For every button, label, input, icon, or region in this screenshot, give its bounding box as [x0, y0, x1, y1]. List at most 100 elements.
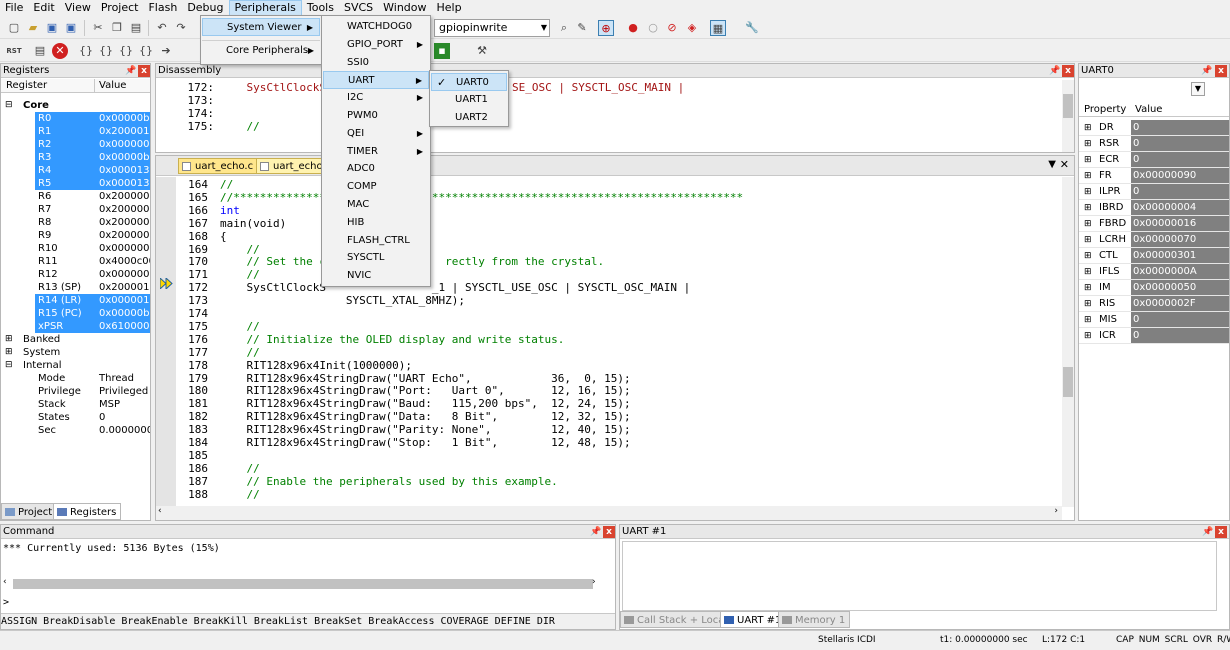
- chevron-down-icon[interactable]: ▼: [1191, 82, 1205, 96]
- core-group[interactable]: ⊟ Core: [1, 99, 150, 112]
- save-icon[interactable]: ▣: [44, 20, 60, 36]
- tab-list-icon[interactable]: ▼: [1048, 159, 1056, 170]
- pin-icon[interactable]: 📌: [1201, 65, 1212, 77]
- code-line[interactable]: 187 // Enable the peripherals used by th…: [156, 475, 1051, 488]
- code-line[interactable]: 173 SYSCTL_XTAL_8MHZ);: [156, 294, 1051, 307]
- property-row[interactable]: ⊞ RIS 0x0000002F: [1079, 296, 1229, 312]
- collapse-icon[interactable]: ⊟: [5, 359, 13, 372]
- tab-registers[interactable]: Registers: [53, 503, 122, 520]
- property-row[interactable]: ⊞ IM 0x00000050: [1079, 280, 1229, 296]
- register-group-system[interactable]: ⊞ System: [1, 346, 150, 359]
- toolbox-icon[interactable]: ⚒: [474, 43, 490, 59]
- breakpoint-icon[interactable]: ●: [625, 20, 641, 36]
- pin-icon[interactable]: 📌: [1202, 526, 1213, 538]
- breakpoint-kill-icon[interactable]: ⊘: [664, 20, 680, 36]
- breakpoint-disable-icon[interactable]: ○: [645, 20, 661, 36]
- code-line[interactable]: 174: [156, 307, 1051, 320]
- register-row[interactable]: States 0: [1, 411, 150, 424]
- menu-watchdog0[interactable]: WATCHDOG0: [323, 18, 429, 36]
- register-value[interactable]: 0x200001c0: [99, 125, 150, 138]
- menu-ssi0[interactable]: SSI0: [323, 54, 429, 72]
- copy-icon[interactable]: ❐: [109, 20, 125, 36]
- register-value[interactable]: 0x00001370: [99, 164, 150, 177]
- cut-icon[interactable]: ✂: [90, 20, 106, 36]
- property-value[interactable]: 0: [1131, 152, 1229, 167]
- menu-sysctl[interactable]: SYSCTL: [323, 249, 429, 267]
- code-line[interactable]: 167 main(void): [156, 217, 1051, 230]
- target-combo[interactable]: gpiopinwrite ▼: [434, 19, 550, 37]
- property-value[interactable]: 0: [1131, 120, 1229, 135]
- expand-icon[interactable]: ⊞: [1084, 120, 1092, 136]
- register-value[interactable]: 0x00000be0: [99, 307, 150, 320]
- find-icon[interactable]: ⌕: [556, 20, 572, 36]
- close-icon[interactable]: x: [1215, 65, 1227, 77]
- scroll-left-icon[interactable]: ‹: [3, 577, 7, 587]
- menu-uart1[interactable]: UART1: [431, 91, 507, 109]
- scroll-right-icon[interactable]: ›: [592, 577, 596, 587]
- menu-view[interactable]: View: [60, 0, 96, 16]
- register-value[interactable]: 0: [99, 411, 105, 424]
- editor-hscrollbar[interactable]: ‹ ›: [156, 506, 1062, 520]
- code-line[interactable]: 176 // Initialize the OLED display and w…: [156, 333, 1051, 346]
- code-line[interactable]: 166 int: [156, 204, 1051, 217]
- register-group-internal[interactable]: ⊟ Internal: [1, 359, 150, 372]
- menu-window[interactable]: Window: [378, 0, 431, 16]
- tab-memory1[interactable]: Memory 1: [778, 611, 851, 628]
- property-row[interactable]: ⊞ FBRD 0x00000016: [1079, 216, 1229, 232]
- expand-icon[interactable]: ⊞: [1084, 184, 1092, 200]
- code-line[interactable]: 168 {: [156, 230, 1051, 243]
- property-row[interactable]: ⊞ DR 0: [1079, 120, 1229, 136]
- menu-project[interactable]: Project: [96, 0, 144, 16]
- menu-hib[interactable]: HIB: [323, 214, 429, 232]
- property-value[interactable]: 0x00000050: [1131, 280, 1229, 295]
- register-value[interactable]: 0x200000af: [99, 203, 150, 216]
- register-row[interactable]: R7 0x200000af: [1, 203, 150, 216]
- register-value[interactable]: Thread: [99, 372, 134, 385]
- window-layout-icon[interactable]: ▦: [710, 20, 726, 36]
- property-row[interactable]: ⊞ ILPR 0: [1079, 184, 1229, 200]
- register-row[interactable]: R12 0x00000000: [1, 268, 150, 281]
- reset-icon[interactable]: RST: [6, 43, 22, 59]
- menu-edit[interactable]: Edit: [28, 0, 59, 16]
- redo-icon[interactable]: ↷: [173, 20, 189, 36]
- register-value[interactable]: 0x00000be1: [99, 112, 150, 125]
- property-value[interactable]: 0x00000301: [1131, 248, 1229, 263]
- menu-pwm0[interactable]: PWM0: [323, 107, 429, 125]
- property-value[interactable]: 0: [1131, 312, 1229, 327]
- register-row[interactable]: R9 0x200000a5: [1, 229, 150, 242]
- close-icon[interactable]: ✕: [1060, 158, 1069, 171]
- register-row[interactable]: R5 0x00001370: [1, 177, 150, 190]
- register-value[interactable]: MSP: [99, 398, 120, 411]
- expand-icon[interactable]: ⊞: [1084, 280, 1092, 296]
- run-to-cursor-icon[interactable]: {}: [138, 43, 154, 59]
- register-row[interactable]: R1 0x200001c0: [1, 125, 150, 138]
- register-row[interactable]: R6 0x200000b4: [1, 190, 150, 203]
- menu-timer[interactable]: TIMER ▶: [323, 143, 429, 161]
- run-icon[interactable]: ▤: [32, 43, 48, 59]
- expand-icon[interactable]: ⊞: [1084, 328, 1092, 344]
- paste-icon[interactable]: ▤: [128, 20, 144, 36]
- property-row[interactable]: ⊞ FR 0x00000090: [1079, 168, 1229, 184]
- menu-adc0[interactable]: ADC0: [323, 160, 429, 178]
- expand-icon[interactable]: ⊞: [1084, 296, 1092, 312]
- command-prompt[interactable]: >: [3, 597, 9, 608]
- property-value[interactable]: 0x00000016: [1131, 216, 1229, 231]
- menu-flash[interactable]: Flash: [143, 0, 182, 16]
- expand-icon[interactable]: ⊞: [1084, 152, 1092, 168]
- menu-flash-ctrl[interactable]: FLASH_CTRL: [323, 232, 429, 250]
- property-value[interactable]: 0x0000000A: [1131, 264, 1229, 279]
- register-value[interactable]: 0x200000aa: [99, 216, 150, 229]
- register-value[interactable]: 0x00000bd1: [99, 151, 150, 164]
- property-row[interactable]: ⊞ ECR 0: [1079, 152, 1229, 168]
- code-line[interactable]: 181 RIT128x96x4StringDraw("Baud: 115,200…: [156, 397, 1051, 410]
- save-all-icon[interactable]: ▣: [63, 20, 79, 36]
- menu-i2c[interactable]: I2C ▶: [323, 89, 429, 107]
- breakpoint-kill-all-icon[interactable]: ◈: [684, 20, 700, 36]
- register-value[interactable]: 0x00001370: [99, 177, 150, 190]
- register-row[interactable]: R3 0x00000bd1: [1, 151, 150, 164]
- register-row[interactable]: R2 0x00000000: [1, 138, 150, 151]
- property-row[interactable]: ⊞ RSR 0: [1079, 136, 1229, 152]
- close-icon[interactable]: x: [138, 65, 150, 77]
- close-icon[interactable]: x: [603, 526, 615, 538]
- register-row[interactable]: R4 0x00001370: [1, 164, 150, 177]
